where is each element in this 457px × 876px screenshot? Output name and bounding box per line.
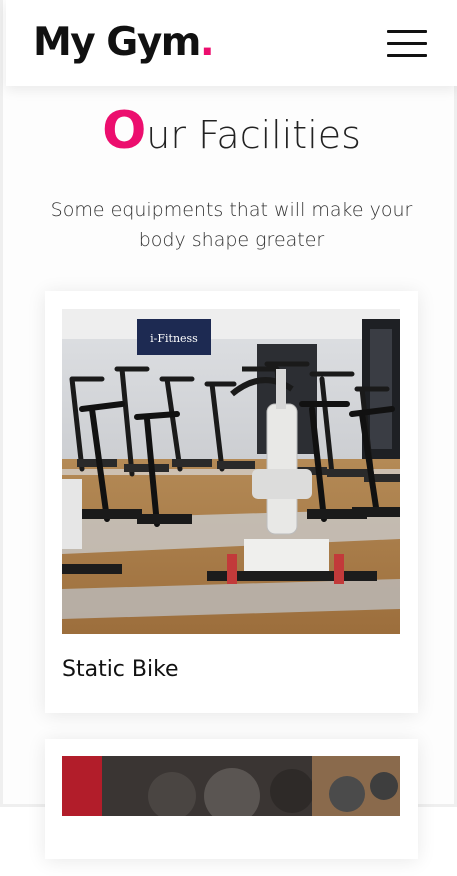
section-subtitle: Some equipments that will make your body… [50, 199, 413, 251]
dumbbells-image [62, 756, 400, 876]
logo-dot: . [199, 20, 215, 65]
card-label: Static Bike [62, 657, 179, 682]
title-rest: ur Facilities [146, 113, 361, 157]
menu-line [387, 30, 427, 33]
menu-line [387, 54, 427, 57]
page-frame: My Gym. Our Facilities Some equipments t… [0, 0, 457, 859]
gym-sign-text: i-Fitness [150, 332, 198, 345]
top-navbar: My Gym. [6, 0, 457, 86]
menu-line [387, 42, 427, 45]
static-bike-image: i-Fitness [62, 309, 400, 634]
facility-card[interactable]: i-Fitness Static Bike [45, 291, 418, 713]
logo-text: My Gym [33, 20, 201, 65]
facility-card[interactable] [45, 739, 418, 859]
hamburger-menu-icon[interactable] [387, 30, 427, 57]
site-logo[interactable]: My Gym. [33, 20, 215, 65]
title-first-letter: O [102, 101, 147, 161]
section-title: Our Facilities [3, 105, 457, 157]
